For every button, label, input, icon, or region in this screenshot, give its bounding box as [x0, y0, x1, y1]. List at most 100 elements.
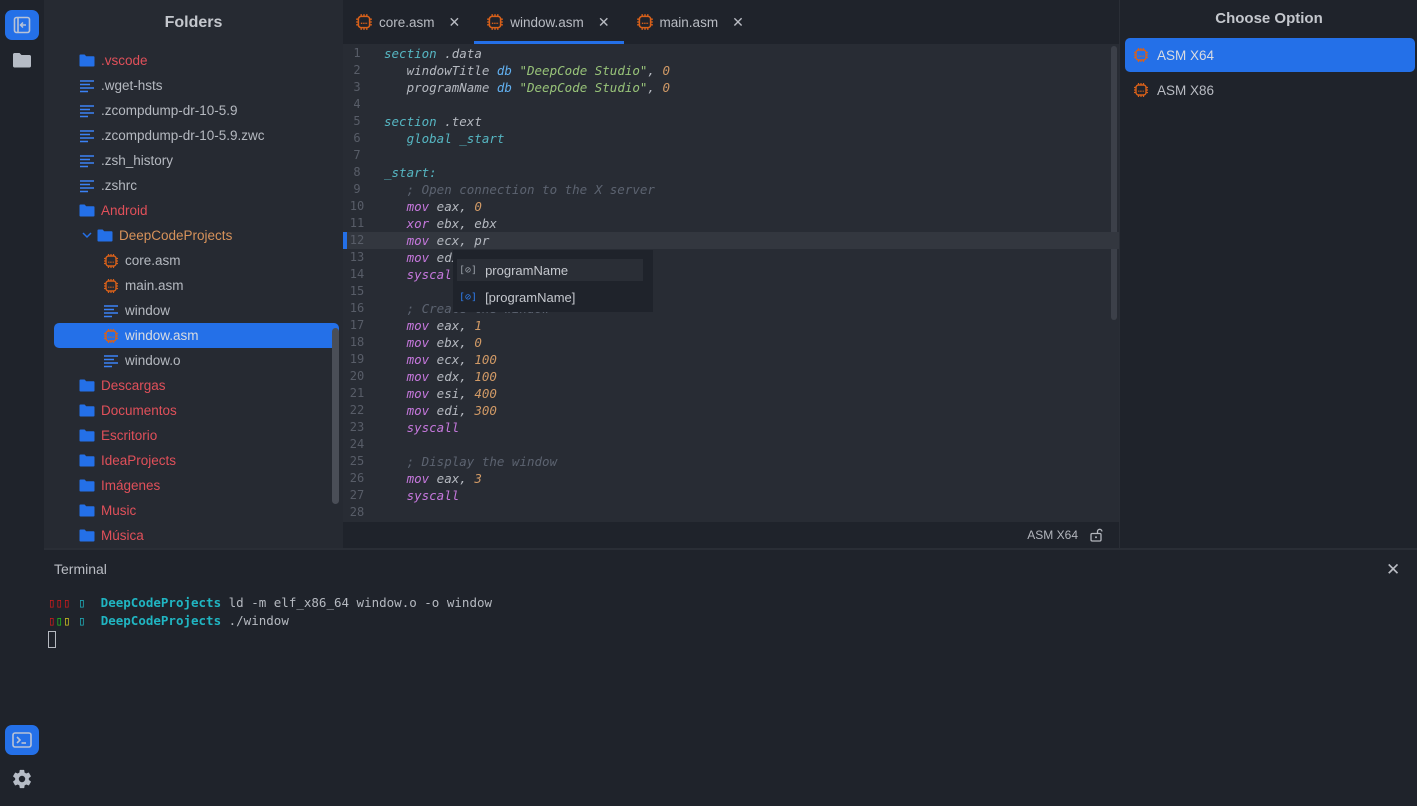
tab-core-asm[interactable]: core.asm ✕ [343, 0, 474, 44]
unlock-icon[interactable] [1090, 528, 1103, 542]
panel-left-arrow-icon [13, 16, 31, 34]
line-number: 2 [353, 63, 361, 77]
prompt-segment: ▯ [70, 595, 94, 610]
tree-item-m-sica[interactable]: Música [44, 523, 343, 548]
line-number: 6 [353, 131, 361, 145]
tree-item-music[interactable]: Music [44, 498, 343, 523]
code-line: 27 syscall [343, 487, 1119, 504]
terminal-command: ld -m elf_x86_64 window.o -o window [221, 595, 493, 610]
tree-item-escritorio[interactable]: Escritorio [44, 423, 343, 448]
terminal-title: Terminal [54, 561, 107, 577]
terminal-toggle-button[interactable] [5, 725, 39, 755]
tree-item-ideaprojects[interactable]: IdeaProjects [44, 448, 343, 473]
code-line: 10 mov eax, 0 [343, 198, 1119, 215]
chevron-down-icon[interactable] [80, 232, 94, 239]
code-token: mov [406, 335, 430, 350]
code-line: 1 section .data [343, 45, 1119, 62]
tree-item-descargas[interactable]: Descargas [44, 373, 343, 398]
code-token: 0 [474, 199, 482, 214]
code-line: 23 syscall [343, 419, 1119, 436]
line-number: 27 [349, 488, 365, 502]
code-line: 4 [343, 96, 1119, 113]
code-token: mov [406, 471, 430, 486]
code-token: 3 [474, 471, 482, 486]
variable-icon: [⊘] [459, 264, 478, 276]
code-token: syscall [384, 420, 460, 435]
tab-main-asm[interactable]: main.asm ✕ [624, 0, 758, 44]
tree-item-label: .vscode [101, 53, 148, 68]
close-tab-icon[interactable]: ✕ [449, 14, 461, 31]
tree-item-label: Music [101, 503, 137, 518]
code-token: eax, [429, 471, 475, 486]
code-token: windowTitle [384, 63, 497, 78]
tree-item-android[interactable]: Android [44, 198, 343, 223]
option-label: ASM X64 [1157, 47, 1215, 63]
code-token: syscall [384, 267, 460, 282]
close-tab-icon[interactable]: ✕ [598, 14, 610, 31]
folder-icon [78, 402, 96, 420]
tree-item-documentos[interactable]: Documentos [44, 398, 343, 423]
folder-icon [78, 427, 96, 445]
tree-item-core-asm[interactable]: core.asm [44, 248, 343, 273]
code-token: 0 [662, 63, 671, 78]
tree-item-window-o[interactable]: window.o [44, 348, 343, 373]
tab-window-asm[interactable]: window.asm ✕ [474, 0, 624, 44]
tree-item-zcompdump-dr-10-5-9-zwc[interactable]: .zcompdump-dr-10-5.9.zwc [44, 123, 343, 148]
terminal-command: ./window [221, 613, 289, 628]
code-token: esi, [429, 386, 475, 401]
terminal-icon [12, 732, 32, 748]
line-number: 25 [349, 454, 365, 468]
tree-item-zsh-history[interactable]: .zsh_history [44, 148, 343, 173]
code-token: mov [406, 318, 430, 333]
tab-label: window.asm [510, 14, 584, 30]
folder-icon [78, 377, 96, 395]
line-number: 19 [349, 352, 365, 366]
asm-chip-icon [102, 252, 120, 270]
tree-item-main-asm[interactable]: main.asm [44, 273, 343, 298]
language-indicator[interactable]: ASM X64 [1027, 528, 1078, 542]
line-number: 3 [353, 80, 361, 94]
line-number: 7 [353, 148, 361, 162]
code-line: 22 mov edi, 300 [343, 402, 1119, 419]
prompt-segment: ▯ [63, 613, 71, 628]
options-title: Choose Option [1215, 10, 1323, 27]
option-asm-x86[interactable]: ASM X86 [1125, 73, 1415, 107]
tree-item-label: IdeaProjects [101, 453, 177, 468]
tree-item-deepcodeprojects[interactable]: DeepCodeProjects [44, 223, 343, 248]
folders-button[interactable] [5, 45, 39, 75]
sidebar-scrollbar[interactable] [332, 328, 339, 504]
code-line: 6 global _start [343, 130, 1119, 147]
asm-chip-icon [1133, 47, 1149, 63]
tree-item-zshrc[interactable]: .zshrc [44, 173, 343, 198]
tree-item-label: main.asm [125, 278, 184, 293]
terminal-close-button[interactable]: ✕ [1386, 560, 1400, 580]
tree-item-im-genes[interactable]: Imágenes [44, 473, 343, 498]
tree-item-label: window.asm [125, 328, 199, 343]
terminal-output[interactable]: ▯▯▯ ▯ DeepCodeProjects ld -m elf_x86_64 … [48, 594, 492, 648]
tree-item-zcompdump-dr-10-5-9[interactable]: .zcompdump-dr-10-5.9 [44, 98, 343, 123]
code-token: mov [406, 403, 430, 418]
tree-item-label: core.asm [125, 253, 181, 268]
tree-item-window-asm[interactable]: window.asm [54, 323, 339, 348]
code-token: mov [406, 199, 430, 214]
folder-icon [78, 477, 96, 495]
autocomplete-item[interactable]: [⊘] [programName] [457, 286, 643, 308]
toggle-explorer-button[interactable] [5, 10, 39, 40]
code-line: 21 mov esi, 400 [343, 385, 1119, 402]
tree-item-window[interactable]: window [44, 298, 343, 323]
terminal-line: ▯▯▯ ▯ DeepCodeProjects ld -m elf_x86_64 … [48, 594, 492, 612]
tree-item-wget-hsts[interactable]: .wget-hsts [44, 73, 343, 98]
terminal-panel: Terminal ✕ ▯▯▯ ▯ DeepCodeProjects ld -m … [44, 548, 1417, 806]
tree-item-vscode[interactable]: .vscode [44, 48, 343, 73]
close-tab-icon[interactable]: ✕ [732, 14, 744, 31]
autocomplete-item[interactable]: [⊘] programName [457, 259, 643, 281]
option-asm-x64[interactable]: ASM X64 [1125, 38, 1415, 72]
settings-button[interactable] [5, 764, 39, 794]
tree-item-label: Escritorio [101, 428, 158, 443]
file-tree: .vscode .wget-hsts .zcompdump-dr-10-5.9 .zc… [44, 48, 343, 548]
folder-icon [78, 502, 96, 520]
code-line: 5 section .text [343, 113, 1119, 130]
